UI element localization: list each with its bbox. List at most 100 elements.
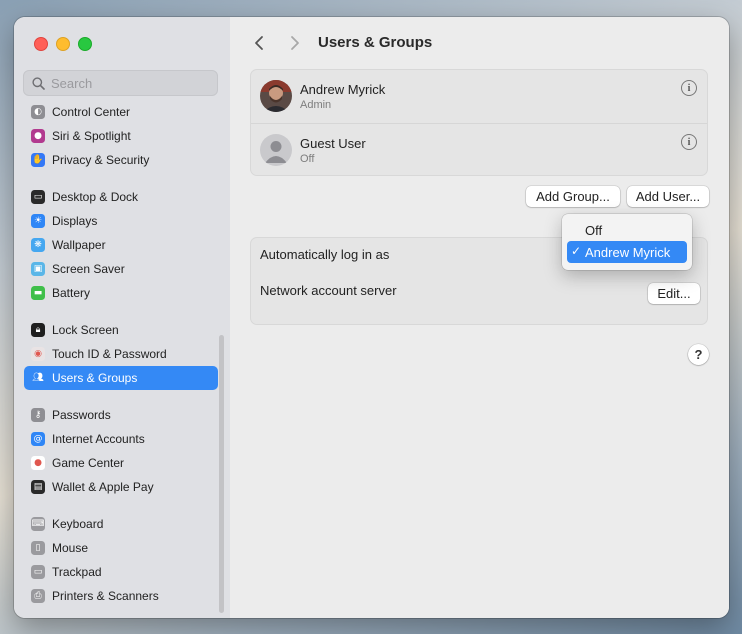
sidebar-item-passwords[interactable]: ⚷ Passwords [24,403,218,427]
sidebar-item-label: Wallet & Apple Pay [52,480,154,494]
network-server-label: Network account server [260,283,397,298]
user-row-guest[interactable]: Guest User Off i [251,123,707,177]
trackpad-icon: ▭ [31,565,45,579]
sidebar-item-internet-accounts[interactable]: @ Internet Accounts [24,427,218,451]
game-center-icon: ● [31,456,45,470]
user-role: Admin [300,99,332,111]
dock-icon: ▭ [31,190,45,204]
menu-item-label: Andrew Myrick [585,244,671,260]
sidebar-item-desktop-dock[interactable]: ▭ Desktop & Dock [24,185,218,209]
window-controls [34,37,92,51]
edit-button[interactable]: Edit... [648,283,700,304]
sidebar-item-siri-spotlight[interactable]: ● Siri & Spotlight [24,124,218,148]
checkmark-icon: ✓ [571,244,582,258]
screen-saver-icon: ▣ [31,262,45,276]
sidebar-item-label: Privacy & Security [52,153,150,167]
user-avatar [260,80,292,112]
wallpaper-icon: ❋ [31,238,45,252]
info-icon[interactable]: i [681,80,697,96]
lock-icon: 🔒︎ [31,323,45,337]
sidebar: ◐ Control Center ● Siri & Spotlight ✋ Privacy… [14,17,231,618]
sidebar-item-label: Passwords [52,408,111,422]
key-icon: ⚷ [31,408,45,422]
sidebar-item-keyboard[interactable]: ⌨ Keyboard [24,512,218,536]
sidebar-item-label: Screen Saver [52,262,125,276]
displays-icon: ☀ [31,214,45,228]
settings-window: ◐ Control Center ● Siri & Spotlight ✋ Privacy… [14,17,729,618]
close-window-button[interactable] [34,37,48,51]
sidebar-list: ◐ Control Center ● Siri & Spotlight ✋ Privacy… [24,104,218,608]
control-center-icon: ◐ [31,105,45,119]
sidebar-divider [24,305,218,318]
menu-item-off[interactable]: Off [567,219,687,241]
add-user-button[interactable]: Add User... [627,186,709,207]
sidebar-item-mouse[interactable]: ▯ Mouse [24,536,218,560]
users-list: Andrew Myrick Admin i Guest User Off i [250,69,708,176]
sidebar-item-label: Siri & Spotlight [52,129,131,143]
keyboard-icon: ⌨ [31,517,45,531]
sidebar-item-privacy-security[interactable]: ✋ Privacy & Security [24,148,218,172]
auto-login-popup-menu: Off ✓ Andrew Myrick [562,214,692,270]
sidebar-item-screen-saver[interactable]: ▣ Screen Saver [24,257,218,281]
sidebar-item-label: Displays [52,214,98,228]
sidebar-item-displays[interactable]: ☀ Displays [24,209,218,233]
network-server-row: Network account server Edit... [251,275,707,312]
battery-icon: ▬ [31,286,45,300]
page-title: Users & Groups [318,34,433,51]
sidebar-item-control-center[interactable]: ◐ Control Center [24,104,218,124]
forward-button[interactable] [286,33,304,53]
menu-item-andrew-myrick[interactable]: ✓ Andrew Myrick [567,241,687,263]
user-role: Off [300,153,315,165]
sidebar-divider [24,390,218,403]
sidebar-item-wallpaper[interactable]: ❋ Wallpaper [24,233,218,257]
search-field[interactable] [23,70,218,96]
sidebar-item-touch-id-password[interactable]: ◉ Touch ID & Password [24,342,218,366]
navigation-buttons [250,33,304,53]
sidebar-item-label: Keyboard [52,517,104,531]
user-row-andrew[interactable]: Andrew Myrick Admin i [251,70,707,123]
zoom-window-button[interactable] [78,37,92,51]
sidebar-item-battery[interactable]: ▬ Battery [24,281,218,305]
sidebar-divider [24,499,218,512]
add-group-button[interactable]: Add Group... [526,186,620,207]
sidebar-item-label: Lock Screen [52,323,119,337]
sidebar-item-label: Mouse [52,541,89,555]
siri-icon: ● [31,129,45,143]
sidebar-item-label: Internet Accounts [52,432,145,446]
main-pane: Users & Groups Andrew Myrick Admin i Gue… [230,17,729,618]
sidebar-item-label: Game Center [52,456,125,470]
sidebar-item-label: Battery [52,286,91,300]
help-button[interactable]: ? [688,344,709,365]
sidebar-item-game-center[interactable]: ● Game Center [24,451,218,475]
sidebar-item-label: Printers & Scanners [52,589,159,603]
auto-login-label: Automatically log in as [260,247,390,262]
sidebar-item-printers-scanners[interactable]: ⎙ Printers & Scanners [24,584,218,608]
search-icon [32,76,45,90]
sidebar-item-label: Wallpaper [52,238,106,252]
guest-avatar [260,134,292,166]
sidebar-item-label: Control Center [52,105,131,119]
sidebar-item-label: Touch ID & Password [52,347,167,361]
back-button[interactable] [250,33,268,53]
sidebar-item-wallet-apple-pay[interactable]: ▤ Wallet & Apple Pay [24,475,218,499]
info-icon[interactable]: i [681,134,697,150]
sidebar-item-lock-screen[interactable]: 🔒︎ Lock Screen [24,318,218,342]
sidebar-scrollbar[interactable] [219,335,224,613]
sidebar-item-trackpad[interactable]: ▭ Trackpad [24,560,218,584]
printer-icon: ⎙ [31,589,45,603]
sidebar-item-label: Trackpad [52,565,102,579]
at-icon: @ [31,432,45,446]
sidebar-item-users-groups[interactable]: 👥︎ Users & Groups [24,366,218,390]
users-icon: 👥︎ [32,373,44,383]
minimize-window-button[interactable] [56,37,70,51]
wallet-icon: ▤ [31,480,45,494]
sidebar-item-label: Desktop & Dock [52,190,139,204]
menu-item-label: Off [585,222,603,238]
sidebar-item-label: Users & Groups [52,371,138,385]
fingerprint-icon: ◉ [31,347,45,361]
user-name: Andrew Myrick [300,82,386,97]
search-input[interactable] [51,75,201,91]
chevron-right-icon [291,36,299,50]
chevron-left-icon [255,36,263,50]
hand-icon: ✋ [31,153,45,167]
